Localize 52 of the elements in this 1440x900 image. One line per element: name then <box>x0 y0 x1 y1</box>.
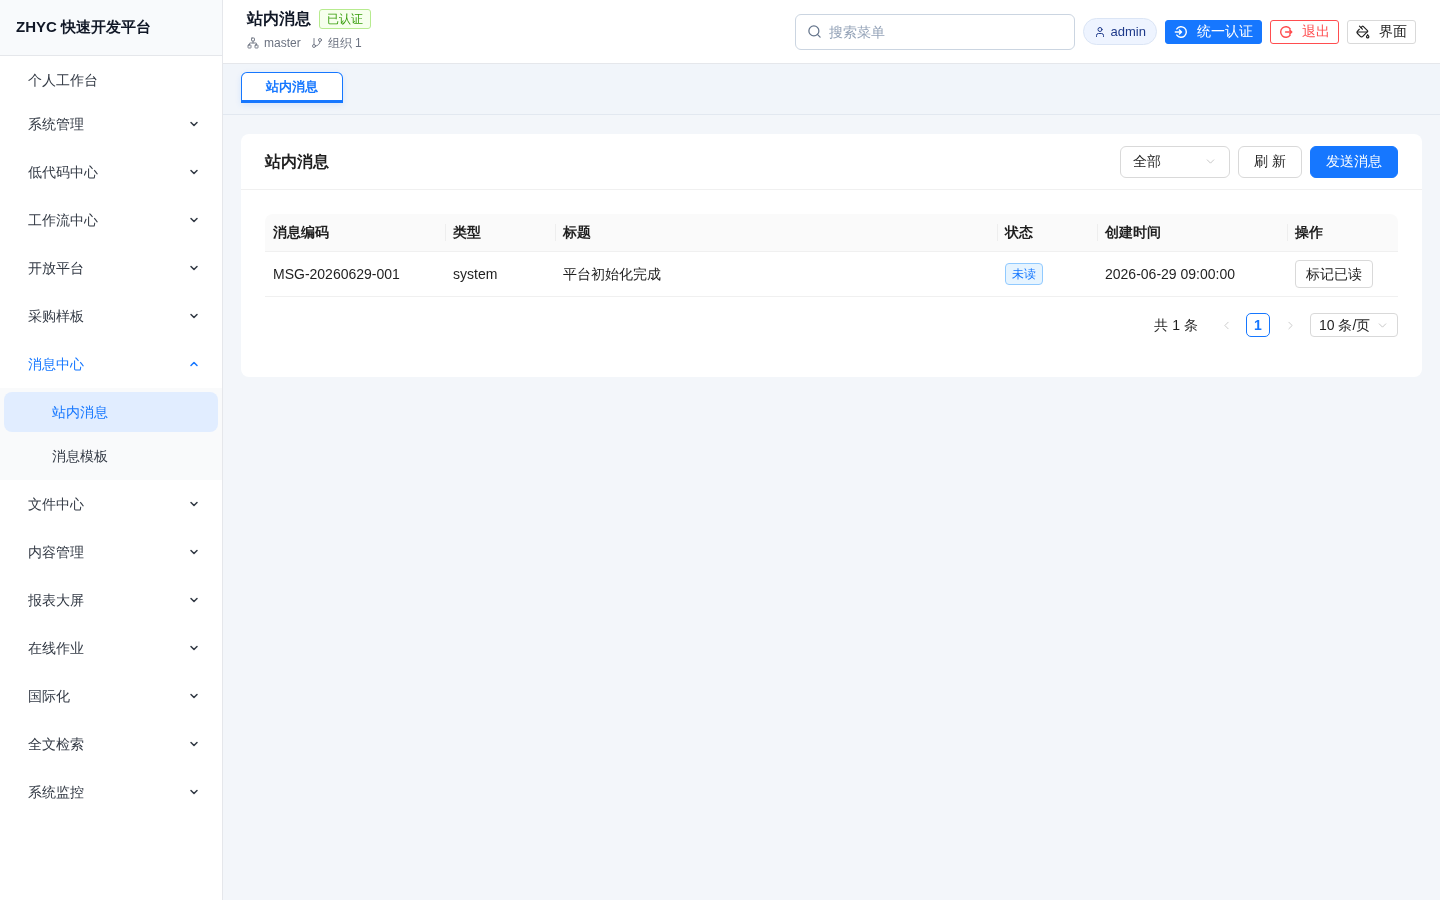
sidebar-menu-item[interactable]: 工作流中心 <box>0 196 222 244</box>
hierarchy-icon <box>247 37 259 49</box>
sidebar-menu-item[interactable]: 在线作业 <box>0 624 222 672</box>
header-button[interactable]: 界面 <box>1347 19 1416 44</box>
sidebar-menu-item[interactable]: 个人工作台 <box>0 60 222 100</box>
total-count: 共 1 条 <box>1154 315 1198 335</box>
page-tab[interactable]: 站内消息 <box>241 72 343 103</box>
search-field[interactable]: 搜索菜单 <box>794 13 1075 50</box>
verified-badge: 已认证 <box>319 9 371 29</box>
sidebar-menu-item[interactable]: 系统管理 <box>0 100 222 148</box>
meta-text: master <box>264 35 301 52</box>
column-header: 标题 <box>563 223 591 242</box>
card-button[interactable]: 发送消息 <box>1310 145 1398 178</box>
sidebar-menu-item[interactable]: 采购样板 <box>0 292 222 340</box>
sidebar-menu-item[interactable]: 消息中心 <box>0 340 222 388</box>
table-cell: 2026-06-29 09:00:00 <box>1105 265 1235 282</box>
paint-bucket-icon <box>1356 24 1370 39</box>
card-button[interactable]: 刷 新 <box>1238 145 1302 178</box>
meta-text: 组织 1 <box>327 35 362 52</box>
page-size-select[interactable]: 10 条/页 <box>1310 313 1398 337</box>
sidebar-menu-item[interactable]: 报表大屏 <box>0 576 222 624</box>
sidebar-menu-item[interactable]: 内容管理 <box>0 528 222 576</box>
sidebar-menu-item[interactable]: 低代码中心 <box>0 148 222 196</box>
submenu-item[interactable]: 站内消息 <box>4 392 218 432</box>
table-cell: MSG-20260629-001 <box>273 265 400 282</box>
branch-icon <box>310 37 323 49</box>
filter-select[interactable]: 全部 <box>1120 145 1231 178</box>
arrow-into-circle-icon <box>1174 24 1188 39</box>
mark-read-button[interactable]: 标记已读 <box>1295 260 1373 288</box>
column-header: 创建时间 <box>1105 223 1161 242</box>
sidebar-menu-item[interactable]: 国际化 <box>0 672 222 720</box>
sidebar-menu-item[interactable]: 全文检索 <box>0 720 222 768</box>
column-header: 状态 <box>1005 223 1033 242</box>
sidebar-menu-item[interactable]: 系统监控 <box>0 768 222 816</box>
column-header: 消息编码 <box>273 223 329 242</box>
user-icon <box>1093 25 1106 38</box>
card-title: 站内消息 <box>265 151 329 172</box>
header-button[interactable]: 统一认证 <box>1165 19 1262 44</box>
search-icon <box>806 23 822 39</box>
sidebar-menu-item[interactable]: 开放平台 <box>0 244 222 292</box>
column-header: 操作 <box>1295 223 1323 242</box>
column-header: 类型 <box>453 223 481 242</box>
arrow-out-of-circle-icon <box>1279 24 1293 39</box>
page-title: 站内消息 <box>247 9 311 29</box>
page-number[interactable]: 1 <box>1246 313 1270 337</box>
app-logo-text: ZHYC 快速开发平台 <box>16 17 151 38</box>
table-cell: system <box>453 265 498 282</box>
table-cell: 平台初始化完成 <box>563 265 661 282</box>
sidebar-menu-item[interactable]: 文件中心 <box>0 480 222 528</box>
status-tag: 未读 <box>1005 263 1043 285</box>
submenu-item[interactable]: 消息模板 <box>4 436 218 476</box>
user-chip[interactable]: admin <box>1082 18 1157 45</box>
